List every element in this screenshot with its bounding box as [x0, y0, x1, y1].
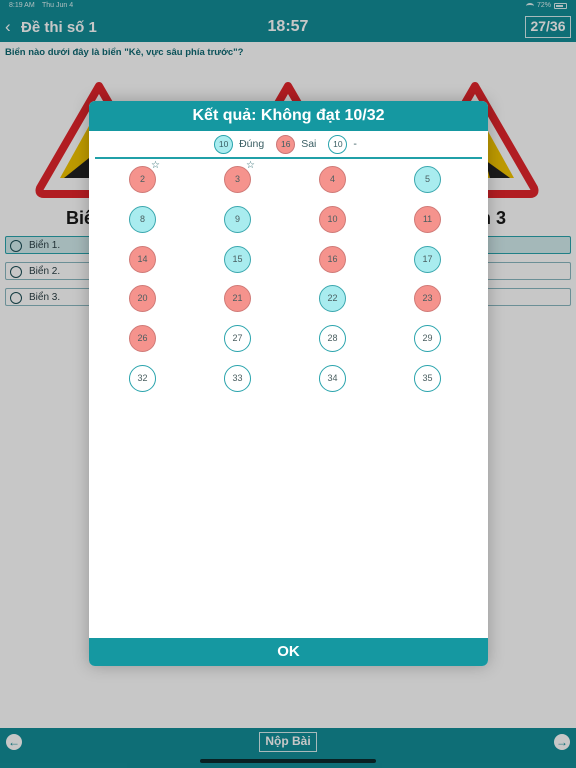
- question-cell[interactable]: 29: [414, 325, 441, 353]
- question-cell[interactable]: 26: [129, 325, 156, 353]
- question-cell[interactable]: 21: [224, 285, 251, 313]
- ok-button[interactable]: OK: [89, 638, 488, 666]
- question-cell[interactable]: 20: [129, 285, 156, 313]
- question-cell[interactable]: 10: [319, 205, 346, 233]
- result-title: Kết quả: Không đạt 10/32: [89, 101, 488, 131]
- question-cell[interactable]: 33: [224, 365, 251, 392]
- question-cell[interactable]: 23: [414, 285, 441, 313]
- result-legend: 10 Đúng 16 Sai 10 -: [89, 131, 488, 157]
- star-icon: ☆: [151, 160, 160, 171]
- divider: [95, 157, 482, 159]
- correct-label: Đúng: [239, 138, 265, 150]
- result-dialog: Kết quả: Không đạt 10/32 10 Đúng 16 Sai …: [89, 101, 488, 666]
- question-cell[interactable]: 16: [319, 245, 346, 273]
- question-cell[interactable]: 15: [224, 245, 251, 273]
- question-cell[interactable]: 35: [414, 365, 441, 392]
- unanswered-label: -: [353, 138, 357, 150]
- correct-count-badge: 10: [214, 134, 234, 154]
- question-cell[interactable]: 5: [414, 166, 441, 193]
- question-cell[interactable]: 28: [319, 325, 346, 353]
- question-cell[interactable]: 32: [129, 365, 156, 392]
- star-icon: ☆: [246, 160, 255, 171]
- question-cell[interactable]: 4: [319, 166, 346, 193]
- wrong-count-badge: 16: [276, 134, 296, 154]
- question-cell[interactable]: 17: [414, 245, 441, 273]
- question-cell[interactable]: 14: [129, 245, 156, 273]
- question-cell[interactable]: 27: [224, 325, 251, 353]
- question-cell[interactable]: 8: [129, 205, 156, 233]
- unanswered-count-badge: 10: [328, 134, 348, 154]
- question-cell[interactable]: 34: [319, 365, 346, 392]
- wrong-label: Sai: [301, 138, 317, 150]
- question-cell[interactable]: 22: [319, 285, 346, 313]
- question-cell[interactable]: 9: [224, 205, 251, 233]
- question-cell[interactable]: 11: [414, 205, 441, 233]
